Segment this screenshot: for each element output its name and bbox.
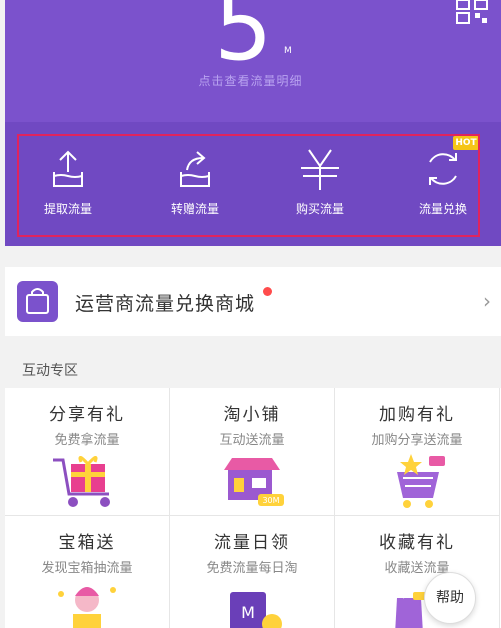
balance-unit: M <box>284 46 292 56</box>
balance-value: 5 <box>214 0 273 81</box>
card-subtitle: 收藏送流量 <box>384 561 450 576</box>
card-title: 分享有礼 <box>49 405 125 425</box>
chevron-right-icon: › <box>483 289 491 313</box>
card-title: 宝箱送 <box>58 533 116 553</box>
card-share-gift[interactable]: 分享有礼 免费拿流量 <box>5 388 170 516</box>
card-subtitle: 免费流量每日淘 <box>206 561 298 576</box>
card-title: 加购有礼 <box>379 405 455 425</box>
card-treasure-box[interactable]: 宝箱送 发现宝箱抽流量 <box>5 516 170 628</box>
card-mini-shop[interactable]: 淘小铺 互动送流量 30M <box>170 388 335 516</box>
wallet-letter-text: M <box>241 603 255 622</box>
mall-title: 运营商流量兑换商城 <box>75 293 256 315</box>
operator-mall-link[interactable]: 运营商流量兑换商城 › <box>5 267 501 336</box>
notification-dot <box>263 287 272 296</box>
card-subtitle: 发现宝箱抽流量 <box>41 561 133 576</box>
quick-actions-highlight-frame <box>17 134 480 237</box>
wallet-coins-icon: M <box>230 592 282 628</box>
card-title: 流量日领 <box>214 533 290 553</box>
card-subtitle: 免费拿流量 <box>54 433 120 448</box>
view-usage-detail-link[interactable]: 点击查看流量明细 <box>0 72 501 89</box>
section-title: 互动专区 <box>22 363 78 379</box>
treasure-girl-icon <box>58 587 116 628</box>
gift-cart-icon <box>53 456 110 507</box>
card-subtitle: 加购分享送流量 <box>371 433 463 448</box>
shop-tag-text: 30M <box>262 496 279 505</box>
shopping-bag-icon <box>17 281 58 322</box>
card-add-to-cart[interactable]: 加购有礼 加购分享送流量 <box>335 388 500 516</box>
help-button[interactable]: 帮助 <box>424 572 476 624</box>
qr-code-icon[interactable] <box>456 0 488 24</box>
card-daily-data[interactable]: 流量日领 免费流量每日淘 M <box>170 516 335 628</box>
basket-stars-icon <box>397 454 445 508</box>
card-subtitle: 互动送流量 <box>219 433 285 448</box>
card-title: 收藏有礼 <box>379 533 455 553</box>
shop-stall-icon: 30M <box>224 458 284 506</box>
card-title: 淘小铺 <box>223 405 281 425</box>
card-favorite-gift[interactable]: 收藏有礼 收藏送流量 <box>335 516 500 628</box>
